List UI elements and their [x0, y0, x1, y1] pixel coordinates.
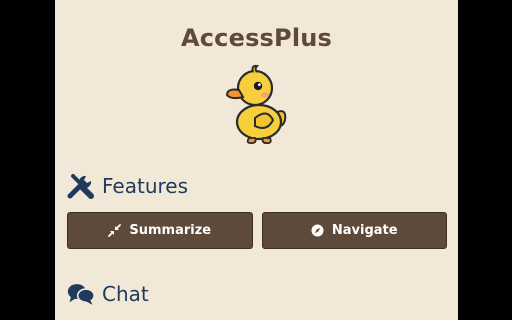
- extension-panel: AccessPlus Features Summarize Navigate C…: [55, 0, 458, 320]
- chat-heading: Chat: [67, 280, 149, 308]
- features-heading-label: Features: [102, 174, 188, 198]
- app-title: AccessPlus: [180, 24, 333, 52]
- tools-icon: [67, 174, 94, 199]
- compass-icon: [311, 224, 324, 237]
- duck-icon: [225, 64, 287, 145]
- summarize-button-label: Summarize: [129, 223, 212, 238]
- chat-heading-label: Chat: [102, 282, 149, 306]
- features-button-row: Summarize Navigate: [67, 212, 447, 249]
- navigate-button[interactable]: Navigate: [261, 212, 447, 249]
- navigate-button-label: Navigate: [331, 223, 398, 238]
- summarize-button[interactable]: Summarize: [67, 212, 253, 249]
- compress-arrows-icon: [108, 224, 122, 237]
- comments-icon: [67, 284, 95, 305]
- features-heading: Features: [67, 172, 188, 200]
